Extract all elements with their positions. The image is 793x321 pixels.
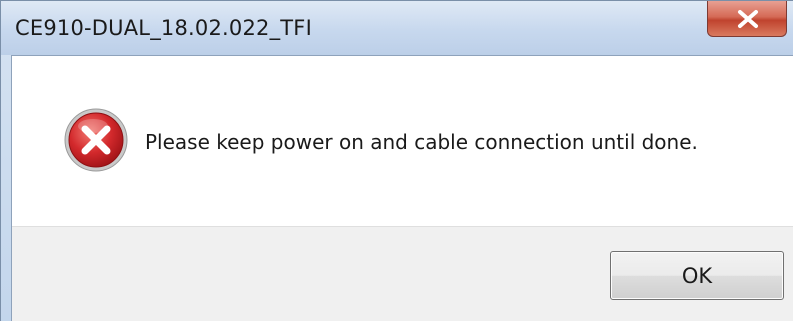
error-message: Please keep power on and cable connectio…	[145, 130, 698, 154]
button-bar: OK	[12, 226, 793, 321]
window-title: CE910-DUAL_18.02.022_TFI	[15, 16, 312, 40]
dialog-window: CE910-DUAL_18.02.022_TFI Please keep pow…	[0, 0, 793, 321]
close-button[interactable]	[707, 1, 787, 37]
close-icon	[738, 10, 758, 28]
error-icon	[64, 108, 128, 172]
ok-button[interactable]: OK	[610, 251, 784, 300]
title-bar[interactable]: CE910-DUAL_18.02.022_TFI	[1, 1, 793, 55]
dialog-client: Please keep power on and cable connectio…	[11, 55, 793, 321]
message-area: Please keep power on and cable connectio…	[12, 56, 793, 226]
